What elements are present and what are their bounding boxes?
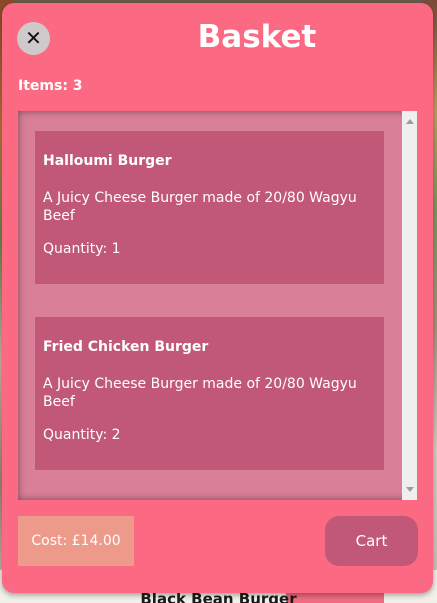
basket-modal: ✕ Basket Items: 3 Halloumi Burger A Juic… [2, 3, 433, 593]
close-icon: ✕ [25, 26, 42, 50]
basket-item-card: Halloumi Burger A Juicy Cheese Burger ma… [35, 131, 384, 284]
item-name: Halloumi Burger [43, 153, 172, 169]
list-scrollbar[interactable] [402, 111, 417, 500]
items-count: Items: 3 [18, 78, 83, 94]
item-description: A Juicy Cheese Burger made of 20/80 Wagy… [43, 376, 357, 410]
cart-button[interactable]: Cart [325, 516, 418, 566]
scroll-up-arrow-icon[interactable] [406, 119, 414, 124]
item-quantity: Quantity: 1 [43, 241, 121, 257]
close-button[interactable]: ✕ [17, 22, 50, 55]
basket-items-list[interactable]: Halloumi Burger A Juicy Cheese Burger ma… [18, 111, 417, 500]
item-description: A Juicy Cheese Burger made of 20/80 Wagy… [43, 190, 357, 224]
item-quantity: Quantity: 2 [43, 427, 121, 443]
modal-title: Basket [197, 19, 317, 55]
basket-item-card: Fried Chicken Burger A Juicy Cheese Burg… [35, 317, 384, 470]
item-name: Fried Chicken Burger [43, 339, 209, 355]
scroll-down-arrow-icon[interactable] [406, 487, 414, 492]
cost-total: Cost: £14.00 [18, 516, 134, 566]
